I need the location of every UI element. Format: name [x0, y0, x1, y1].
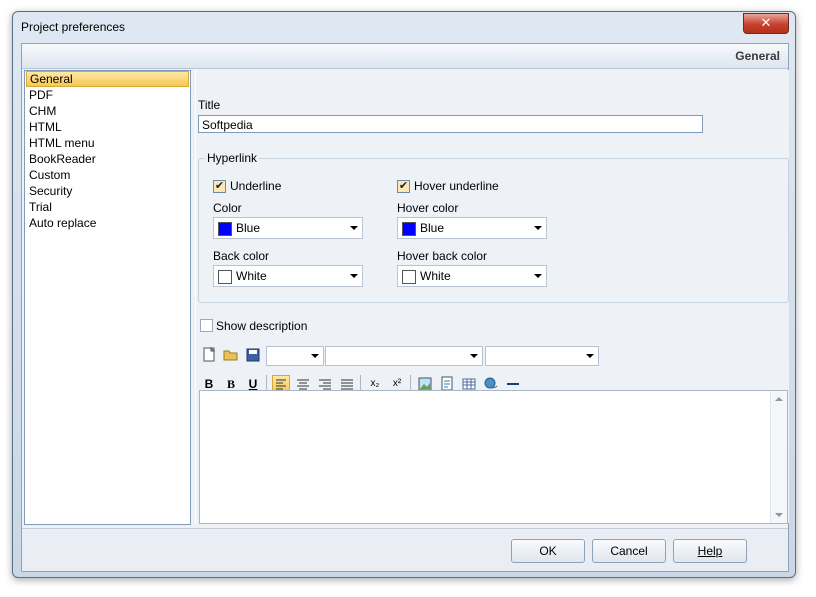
nav-item-general[interactable]: General	[26, 71, 189, 87]
color-label: Color	[213, 201, 242, 215]
hover-color-label: Hover color	[397, 201, 459, 215]
font-select[interactable]	[325, 346, 483, 366]
nav-item-pdf[interactable]: PDF	[26, 87, 189, 103]
style-select[interactable]	[266, 346, 324, 366]
nav-item-trial[interactable]: Trial	[26, 199, 189, 215]
hyperlink-group: Hyperlink ✔ Underline ✔ Hover underline …	[198, 151, 789, 303]
hover-back-color-select[interactable]: White	[397, 265, 547, 287]
show-description-label: Show description	[216, 319, 308, 333]
title-bar[interactable]: Project preferences ✕	[13, 12, 795, 42]
dialog-client-area: General General PDF CHM HTML HTML menu B…	[21, 43, 789, 572]
description-editor[interactable]	[199, 390, 788, 524]
help-button-label: Help	[697, 544, 723, 558]
chevron-down-icon	[534, 226, 542, 230]
hover-color-swatch	[402, 222, 416, 236]
help-button[interactable]: Help	[673, 539, 747, 563]
underline-checkbox[interactable]: ✔	[213, 180, 226, 193]
chevron-down-icon	[350, 274, 358, 278]
section-header: General	[22, 44, 788, 69]
hover-underline-label: Hover underline	[414, 179, 499, 193]
nav-item-security[interactable]: Security	[26, 183, 189, 199]
open-folder-icon[interactable]	[222, 346, 240, 364]
close-button[interactable]: ✕	[743, 13, 789, 34]
section-title: General	[735, 49, 780, 63]
hover-back-color-label: Hover back color	[397, 249, 488, 263]
color-select-value: Blue	[236, 221, 261, 235]
close-icon: ✕	[760, 15, 772, 30]
color-select[interactable]: Blue	[213, 217, 363, 239]
chevron-down-icon	[470, 354, 478, 358]
show-description-checkbox[interactable]	[200, 319, 213, 332]
scroll-down-icon[interactable]	[775, 513, 783, 517]
project-preferences-dialog: Project preferences ✕ General General PD…	[12, 11, 796, 578]
cancel-button[interactable]: Cancel	[592, 539, 666, 563]
chevron-down-icon	[586, 354, 594, 358]
hover-back-color-swatch	[402, 270, 416, 284]
back-color-select[interactable]: White	[213, 265, 363, 287]
hover-back-color-select-value: White	[420, 269, 451, 283]
nav-item-html[interactable]: HTML	[26, 119, 189, 135]
size-select[interactable]	[485, 346, 599, 366]
nav-item-bookreader[interactable]: BookReader	[26, 151, 189, 167]
title-input[interactable]: Softpedia	[198, 115, 703, 133]
color-swatch	[218, 222, 232, 236]
title-label: Title	[198, 98, 221, 112]
category-list[interactable]: General PDF CHM HTML HTML menu BookReade…	[24, 70, 191, 525]
nav-item-html-menu[interactable]: HTML menu	[26, 135, 189, 151]
underline-label: Underline	[230, 179, 282, 193]
back-color-label: Back color	[213, 249, 270, 263]
general-settings-panel: Title Softpedia Hyperlink ✔ Underline ✔ …	[195, 70, 789, 524]
editor-scrollbar[interactable]	[770, 391, 787, 523]
ok-button[interactable]: OK	[511, 539, 585, 563]
nav-item-auto-replace[interactable]: Auto replace	[26, 215, 189, 231]
back-color-swatch	[218, 270, 232, 284]
hover-underline-checkbox[interactable]: ✔	[397, 180, 410, 193]
window-title: Project preferences	[21, 20, 126, 34]
nav-item-chm[interactable]: CHM	[26, 103, 189, 119]
chevron-down-icon	[534, 274, 542, 278]
save-icon[interactable]	[244, 346, 262, 364]
hover-color-select-value: Blue	[420, 221, 445, 235]
scroll-up-icon[interactable]	[775, 397, 783, 401]
dialog-footer: OK Cancel Help	[22, 528, 788, 571]
chevron-down-icon	[350, 226, 358, 230]
back-color-select-value: White	[236, 269, 267, 283]
nav-item-custom[interactable]: Custom	[26, 167, 189, 183]
hyperlink-group-title: Hyperlink	[205, 151, 260, 165]
hover-color-select[interactable]: Blue	[397, 217, 547, 239]
chevron-down-icon	[311, 354, 319, 358]
new-document-icon[interactable]	[200, 346, 218, 364]
